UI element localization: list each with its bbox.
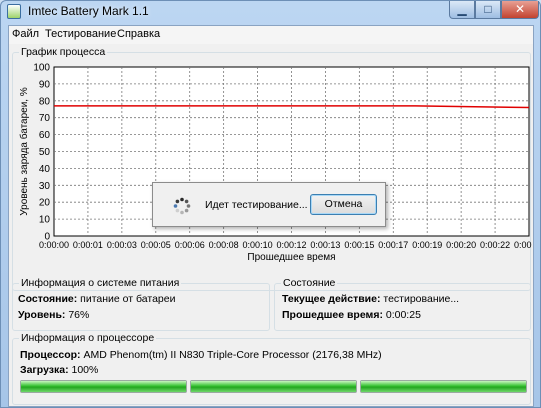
status-group-label: Состояние	[281, 277, 338, 289]
minimize-button[interactable]: ▁	[449, 1, 475, 19]
x-tick-label: 0:00:15	[344, 240, 374, 250]
power-info-group: Информация о системе питания	[12, 277, 270, 331]
x-tick-label: 0:00:00	[39, 240, 69, 250]
maximize-button[interactable]: □	[475, 1, 501, 19]
cpu-group-label: Информация о процессоре	[19, 332, 157, 344]
x-tick-label: 0:00:10	[243, 240, 273, 250]
y-tick-label: 100	[33, 63, 50, 74]
window-title: Imtec Battery Mark 1.1	[28, 4, 149, 18]
x-tick-label: 0:00:22	[480, 240, 510, 250]
x-tick-label: 0:00:17	[378, 240, 408, 250]
battery-app-icon	[7, 4, 21, 19]
close-button[interactable]: ✕	[501, 1, 539, 19]
processor-value: AMD Phenom(tm) II N830 Triple-Core Proce…	[83, 349, 382, 361]
y-tick-label: 20	[39, 198, 51, 209]
x-axis-title: Прошедшее время	[247, 252, 335, 263]
power-state-value: питание от батареи	[80, 293, 176, 305]
core-load-fill-3	[361, 381, 526, 392]
y-tick-label: 50	[39, 147, 51, 158]
title-bar[interactable]: Imtec Battery Mark 1.1 ▁ □ ✕	[1, 1, 540, 23]
power-level-value: 76%	[68, 309, 90, 321]
status-group: Состояние	[274, 277, 531, 331]
x-tick-label: 0:00:13	[310, 240, 340, 250]
core-load-fill-2	[191, 381, 356, 392]
x-tick-label: 0:00:03	[107, 240, 137, 250]
elapsed-time-label: Прошедшее время:	[282, 309, 383, 321]
x-tick-label: 0:00:08	[209, 240, 239, 250]
power-group-label: Информация о системе питания	[19, 277, 182, 289]
menu-testing[interactable]: Тестирование	[45, 28, 116, 40]
load-value: 100%	[71, 364, 99, 376]
x-tick-label: 0:00:20	[446, 240, 476, 250]
chart-group: График процесса 0 10 20 30 40 50 60 70 80 90 100 0:…	[12, 46, 532, 291]
app-window: Imtec Battery Mark 1.1 ▁ □ ✕ Файл Тестир…	[0, 0, 541, 408]
power-state-label: Состояние:	[18, 293, 78, 305]
elapsed-time-value: 0:00:25	[385, 309, 421, 321]
current-action-row: Текущее действие: тестирование...	[282, 293, 459, 305]
x-tick-label: 0:00:24	[514, 240, 532, 250]
load-label: Загрузка:	[20, 364, 69, 376]
loading-spinner-icon	[173, 197, 191, 215]
x-tick-label: 0:00:06	[175, 240, 205, 250]
x-tick-label: 0:00:19	[412, 240, 442, 250]
y-tick-label: 60	[39, 130, 51, 141]
power-level-label: Уровень:	[18, 309, 66, 321]
testing-dialog: Идет тестирование... Отмена	[152, 182, 386, 227]
menu-bar: Файл Тестирование Справка	[9, 26, 533, 44]
core-load-bar-3	[360, 380, 527, 393]
current-action-label: Текущее действие:	[282, 293, 381, 305]
core-load-bar-1	[20, 380, 187, 393]
y-tick-label: 80	[39, 96, 51, 107]
testing-status-text: Идет тестирование...	[205, 199, 308, 211]
y-tick-label: 10	[39, 215, 51, 226]
x-tick-label: 0:00:12	[276, 240, 306, 250]
y-tick-label: 40	[39, 164, 51, 175]
x-tick-label: 0:00:05	[141, 240, 171, 250]
power-state-row: Состояние: питание от батареи	[18, 293, 175, 305]
processor-label: Процессор:	[20, 349, 81, 361]
load-row: Загрузка: 100%	[20, 364, 98, 376]
menu-help[interactable]: Справка	[117, 28, 160, 40]
core-load-bar-2	[190, 380, 357, 393]
core-load-fill-1	[21, 381, 186, 392]
battery-level-chart: 01020304050607080901000:00:00 0:00:01 0:00…	[18, 63, 532, 264]
y-tick-label: 90	[39, 79, 51, 90]
y-tick-label: 30	[39, 181, 51, 192]
power-level-row: Уровень: 76%	[18, 309, 89, 321]
current-action-value: тестирование...	[383, 293, 460, 305]
processor-row: Процессор: AMD Phenom(tm) II N830 Triple…	[20, 349, 382, 361]
cancel-button[interactable]: Отмена	[310, 194, 377, 215]
menu-file[interactable]: Файл	[12, 28, 39, 40]
y-tick-label: 70	[39, 113, 51, 124]
y-axis-title: Уровень заряда батареи, %	[18, 87, 30, 216]
x-tick-label: 0:00:01	[73, 240, 103, 250]
elapsed-time-row: Прошедшее время: 0:00:25	[282, 309, 421, 321]
